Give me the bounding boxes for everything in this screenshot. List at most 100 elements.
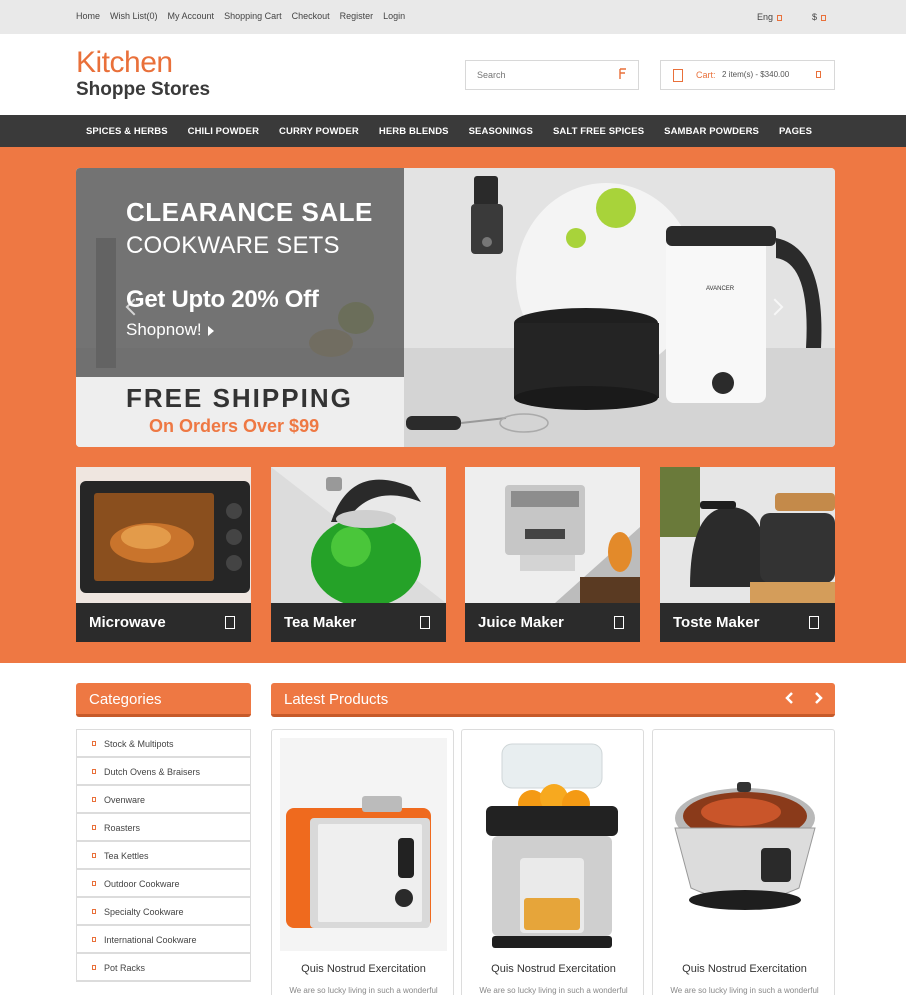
currency-selector[interactable]: $ xyxy=(812,12,826,22)
bag-icon[interactable] xyxy=(614,616,624,629)
top-link-login[interactable]: Login xyxy=(383,11,405,21)
nav-item-herb-blends[interactable]: HERB BLENDS xyxy=(379,126,449,137)
cart-items-total: 2 item(s) - $340.00 xyxy=(722,70,790,79)
category-tile-microwave[interactable]: Microwave xyxy=(76,467,251,642)
nav-item-chili-powder[interactable]: CHILI POWDER xyxy=(188,126,259,137)
nav-item-seasonings[interactable]: SEASONINGS xyxy=(469,126,533,137)
chevron-right-icon[interactable] xyxy=(812,692,824,704)
chevron-down-icon xyxy=(816,71,821,78)
category-item-stock-multipots[interactable]: Stock & Multipots xyxy=(76,729,251,758)
category-tile-name: Toste Maker xyxy=(673,614,760,631)
category-item-label: Outdoor Cookware xyxy=(104,879,180,889)
top-link-account[interactable]: My Account xyxy=(168,11,215,21)
logo[interactable]: Kitchen Shoppe Stores xyxy=(76,46,211,100)
category-tile-tea-maker[interactable]: Tea Maker xyxy=(271,467,446,642)
play-arrow-icon xyxy=(207,325,214,336)
slider-offer: Get Upto 20% Off xyxy=(126,286,319,313)
category-tile-name: Microwave xyxy=(89,614,166,631)
product-image-toaster xyxy=(280,738,447,951)
nav-item-curry-powder[interactable]: CURRY POWDER xyxy=(279,126,359,137)
site-header: Kitchen Shoppe Stores Cart: 2 item(s) - … xyxy=(0,34,906,115)
product-name[interactable]: Quis Nostrud Exercitation xyxy=(462,963,643,975)
bag-icon[interactable] xyxy=(420,616,430,629)
search-icon[interactable] xyxy=(618,68,628,80)
bullet-icon xyxy=(92,853,96,858)
category-tile-toste-maker[interactable]: Toste Maker xyxy=(660,467,835,642)
category-item-label: Tea Kettles xyxy=(104,851,149,861)
bullet-icon xyxy=(92,825,96,830)
logo-line-1: Kitchen xyxy=(76,46,173,79)
category-item-label: Ovenware xyxy=(104,795,146,805)
bag-icon[interactable] xyxy=(225,616,235,629)
top-right-selectors: Eng $ xyxy=(757,12,826,22)
category-tile-name: Juice Maker xyxy=(478,614,564,631)
bag-icon[interactable] xyxy=(809,616,819,629)
bullet-icon xyxy=(92,881,96,886)
top-links: Home Wish List(0) My Account Shopping Ca… xyxy=(76,11,405,21)
promo-slider[interactable]: AVANCER CLEARANCE SALE COOKWARE SETS Get… xyxy=(76,168,835,447)
top-link-checkout[interactable]: Checkout xyxy=(292,11,330,21)
categories-list: Stock & Multipots Dutch Ovens & Braisers… xyxy=(76,729,251,982)
category-item-dutch-ovens[interactable]: Dutch Ovens & Braisers xyxy=(76,757,251,786)
main-nav: SPICES & HERBS CHILI POWDER CURRY POWDER… xyxy=(0,115,906,147)
product-description: We are so lucky living in such a wonderf… xyxy=(479,986,628,995)
category-item-specialty-cookware[interactable]: Specialty Cookware xyxy=(76,897,251,926)
top-link-home[interactable]: Home xyxy=(76,11,100,21)
nav-item-spices-herbs[interactable]: SPICES & HERBS xyxy=(86,126,168,137)
top-link-register[interactable]: Register xyxy=(340,11,374,21)
category-tile-bar: Juice Maker xyxy=(465,603,640,642)
chevron-down-icon xyxy=(821,14,826,21)
top-link-cart[interactable]: Shopping Cart xyxy=(224,11,282,21)
category-item-tea-kettles[interactable]: Tea Kettles xyxy=(76,841,251,870)
product-image-slow-cooker xyxy=(661,738,828,951)
product-name[interactable]: Quis Nostrud Exercitation xyxy=(272,963,453,975)
kettle-brand-label: AVANCER xyxy=(706,286,735,292)
bullet-icon xyxy=(92,909,96,914)
category-tile-juice-maker[interactable]: Juice Maker xyxy=(465,467,640,642)
language-selector[interactable]: Eng xyxy=(757,12,782,22)
category-tile-bar: Toste Maker xyxy=(660,603,835,642)
product-card[interactable]: Quis Nostrud Exercitation We are so luck… xyxy=(461,729,644,995)
product-card[interactable]: Quis Nostrud Exercitation We are so luck… xyxy=(271,729,454,995)
category-item-outdoor-cookware[interactable]: Outdoor Cookware xyxy=(76,869,251,898)
nav-item-salt-free-spices[interactable]: SALT FREE SPICES xyxy=(553,126,644,137)
nav-item-sambar-powders[interactable]: SAMBAR POWDERS xyxy=(664,126,759,137)
category-item-ovenware[interactable]: Ovenware xyxy=(76,785,251,814)
slider-cta-link[interactable]: Shopnow! xyxy=(126,320,214,340)
product-name[interactable]: Quis Nostrud Exercitation xyxy=(653,963,834,975)
category-tile-name: Tea Maker xyxy=(284,614,357,631)
category-item-label: Roasters xyxy=(104,823,141,833)
top-bar: Home Wish List(0) My Account Shopping Ca… xyxy=(0,0,906,34)
tea-maker-image xyxy=(271,467,446,603)
product-image-juicer xyxy=(470,738,637,951)
logo-line-2: Shoppe Stores xyxy=(76,79,211,100)
bullet-icon xyxy=(92,937,96,942)
category-item-international-cookware[interactable]: International Cookware xyxy=(76,925,251,954)
category-item-label: Dutch Ovens & Braisers xyxy=(104,767,201,777)
product-card[interactable]: Quis Nostrud Exercitation We are so luck… xyxy=(652,729,835,995)
bullet-icon xyxy=(92,965,96,970)
category-item-label: Specialty Cookware xyxy=(104,907,184,917)
nav-item-pages[interactable]: PAGES xyxy=(779,126,812,137)
category-tile-bar: Tea Maker xyxy=(271,603,446,642)
slider-cta-label: Shopnow! xyxy=(126,320,202,339)
category-item-pot-racks[interactable]: Pot Racks xyxy=(76,953,251,982)
latest-products-title: Latest Products xyxy=(284,691,389,708)
search-input[interactable] xyxy=(466,61,606,89)
category-item-label: Pot Racks xyxy=(104,963,146,973)
juice-maker-image xyxy=(465,467,640,603)
language-label: Eng xyxy=(756,12,773,22)
categories-panel-header: Categories xyxy=(76,683,251,717)
slider-shipping-subtitle: On Orders Over $99 xyxy=(149,416,320,436)
chevron-left-icon[interactable] xyxy=(784,692,796,704)
chevron-down-icon xyxy=(776,14,782,21)
cart-bag-icon xyxy=(673,69,683,82)
toste-maker-image xyxy=(660,467,835,603)
slider-headline: CLEARANCE SALE xyxy=(126,197,373,227)
top-link-wishlist[interactable]: Wish List(0) xyxy=(110,11,158,21)
category-item-label: International Cookware xyxy=(104,935,197,945)
cart-summary[interactable]: Cart: 2 item(s) - $340.00 xyxy=(660,60,835,90)
category-item-label: Stock & Multipots xyxy=(104,739,174,749)
cart-label: Cart: xyxy=(696,70,716,80)
category-item-roasters[interactable]: Roasters xyxy=(76,813,251,842)
